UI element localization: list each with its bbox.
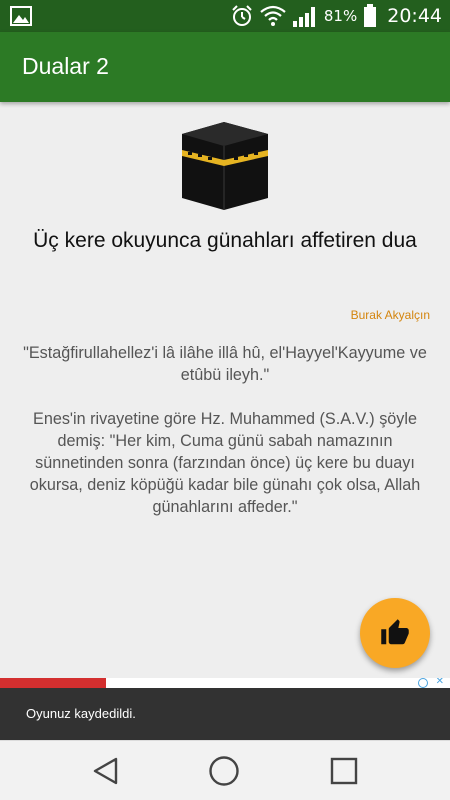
thumbs-up-icon [381,619,409,645]
home-icon [209,756,239,786]
page-title: Üç kere okuyunca günahları affetiren dua [33,229,417,252]
ad-info-icon[interactable] [418,678,428,688]
wifi-icon [260,5,286,26]
dua-description: Enes'in rivayetine göre Hz. Muhammed (S.… [29,410,421,516]
app-bar: Dualar 2 [0,32,450,102]
author-label: Burak Akyalçın [350,308,430,322]
app-title: Dualar 2 [22,53,109,79]
ad-banner[interactable]: ✕ [0,678,450,688]
ad-image [0,678,106,688]
signal-icon [292,7,315,27]
ad-close-icon[interactable]: ✕ [436,678,444,687]
dua-body: "Estağfirullahellez'i lâ ilâhe illâ hû, … [18,342,432,540]
navigation-bar [0,740,450,800]
clock-time: 20:44 [387,5,442,27]
battery-percent: 81% [323,7,358,25]
status-bar: 81% 20:44 [0,0,450,32]
recents-icon [330,757,358,785]
alarm-icon [232,5,252,26]
dua-text: "Estağfirullahellez'i lâ ilâhe illâ hû, … [23,344,427,384]
image-icon [10,6,32,26]
snackbar-message: Oyunuz kaydedildi. [26,706,136,721]
snackbar: Oyunuz kaydedildi. [0,688,450,740]
battery-icon [364,4,377,27]
recents-button[interactable] [326,753,362,789]
back-icon [93,757,118,785]
home-button[interactable] [206,753,242,789]
main-content: Üç kere okuyunca günahları affetiren dua… [0,102,450,678]
like-button[interactable] [360,598,430,668]
back-button[interactable] [88,753,124,789]
kaaba-icon [182,122,268,210]
